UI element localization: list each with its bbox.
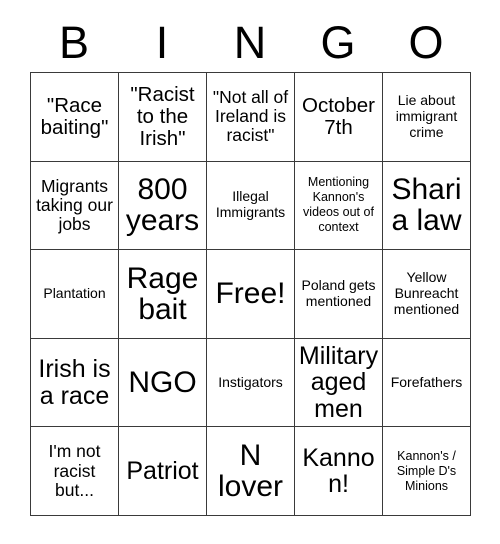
bingo-cell-label: Instigators (218, 373, 283, 390)
bingo-cell-label: Rage bait (126, 261, 199, 326)
bingo-card: B I N G O "Race baiting" "Racist to the … (0, 0, 500, 544)
bingo-cell[interactable]: Kannon's / Simple D's Minions (382, 426, 471, 516)
bingo-header-letter-b: B (58, 17, 89, 68)
bingo-cell[interactable]: "Racist to the Irish" (118, 72, 207, 162)
bingo-cell-label: "Racist to the Irish" (130, 82, 195, 150)
bingo-cell[interactable]: Mentioning Kannon's videos out of contex… (294, 160, 383, 251)
bingo-cell-label: Mentioning Kannon's videos out of contex… (303, 175, 374, 235)
bingo-cell[interactable]: Instigators (206, 337, 295, 428)
bingo-cell-label: Irish is a race (38, 355, 111, 410)
bingo-cell-label: NGO (128, 365, 197, 399)
bingo-cell-label: Migrants taking our jobs (36, 175, 113, 235)
bingo-row: Plantation Rage bait Free! Poland gets m… (30, 249, 471, 339)
bingo-cell-label: Patriot (126, 457, 199, 486)
bingo-cell[interactable]: Poland gets mentioned (294, 249, 383, 339)
bingo-cell[interactable]: Rage bait (118, 249, 207, 339)
bingo-cell[interactable]: Lie about immigrant crime (382, 72, 471, 162)
bingo-cell-label: Yellow Bunreacht mentioned (393, 269, 460, 317)
bingo-cell[interactable]: I'm not racist but... (30, 426, 119, 516)
bingo-cell-label: I'm not racist but... (48, 441, 101, 500)
bingo-cell-label: N lover (217, 438, 284, 504)
bingo-row: I'm not racist but... Patriot N lover Ka… (30, 426, 471, 516)
bingo-row: Migrants taking our jobs 800 years Illeg… (30, 160, 471, 251)
bingo-cell-label: Illegal Immigrants (215, 188, 286, 221)
bingo-row: "Race baiting" "Racist to the Irish" "No… (30, 72, 471, 162)
bingo-cell[interactable]: Forefathers (382, 337, 471, 428)
bingo-row: Irish is a race NGO Instigators Military… (30, 337, 471, 428)
bingo-cell-label: Free! (215, 277, 286, 311)
bingo-header-letter-i: I (155, 17, 169, 68)
bingo-cell-label: Forefathers (390, 373, 463, 390)
bingo-header-row: B I N G O (30, 14, 470, 72)
bingo-header-letter-g: G (320, 17, 356, 68)
bingo-cell-label: Lie about immigrant crime (395, 91, 458, 140)
bingo-cell-label: 800 years (125, 173, 200, 238)
bingo-cell-label: October 7th (302, 93, 375, 139)
bingo-header-letter-o: O (408, 17, 444, 68)
bingo-cell[interactable]: "Race baiting" (30, 72, 119, 162)
bingo-cell-label: "Race baiting" (40, 93, 109, 139)
bingo-grid: "Race baiting" "Racist to the Irish" "No… (30, 72, 471, 516)
bingo-cell[interactable]: Yellow Bunreacht mentioned (382, 249, 471, 339)
bingo-cell[interactable]: Patriot (118, 426, 207, 516)
bingo-cell-free[interactable]: Free! (206, 249, 295, 339)
bingo-cell[interactable]: Irish is a race (30, 337, 119, 428)
bingo-cell[interactable]: NGO (118, 337, 207, 428)
bingo-cell[interactable]: Migrants taking our jobs (30, 160, 119, 251)
bingo-cell-label: Kannon! (302, 443, 375, 499)
bingo-cell[interactable]: "Not all of Ireland is racist" (206, 72, 295, 162)
bingo-cell[interactable]: October 7th (294, 72, 383, 162)
bingo-header-letter-n: N (233, 17, 267, 68)
bingo-cell-label: Plantation (43, 285, 106, 301)
bingo-cell-label: Sharia law (391, 173, 462, 238)
bingo-cell[interactable]: Military aged men (294, 337, 383, 428)
bingo-cell[interactable]: Plantation (30, 249, 119, 339)
bingo-cell[interactable]: Kannon! (294, 426, 383, 516)
bingo-cell-label: Poland gets mentioned (301, 277, 376, 309)
bingo-cell[interactable]: N lover (206, 426, 295, 516)
bingo-cell[interactable]: Illegal Immigrants (206, 160, 295, 251)
bingo-cell[interactable]: Sharia law (382, 160, 471, 251)
bingo-cell-label: Kannon's / Simple D's Minions (396, 448, 457, 493)
bingo-cell-label: "Not all of Ireland is racist" (212, 86, 289, 146)
bingo-cell-label: Military aged men (298, 342, 379, 423)
bingo-cell[interactable]: 800 years (118, 160, 207, 251)
